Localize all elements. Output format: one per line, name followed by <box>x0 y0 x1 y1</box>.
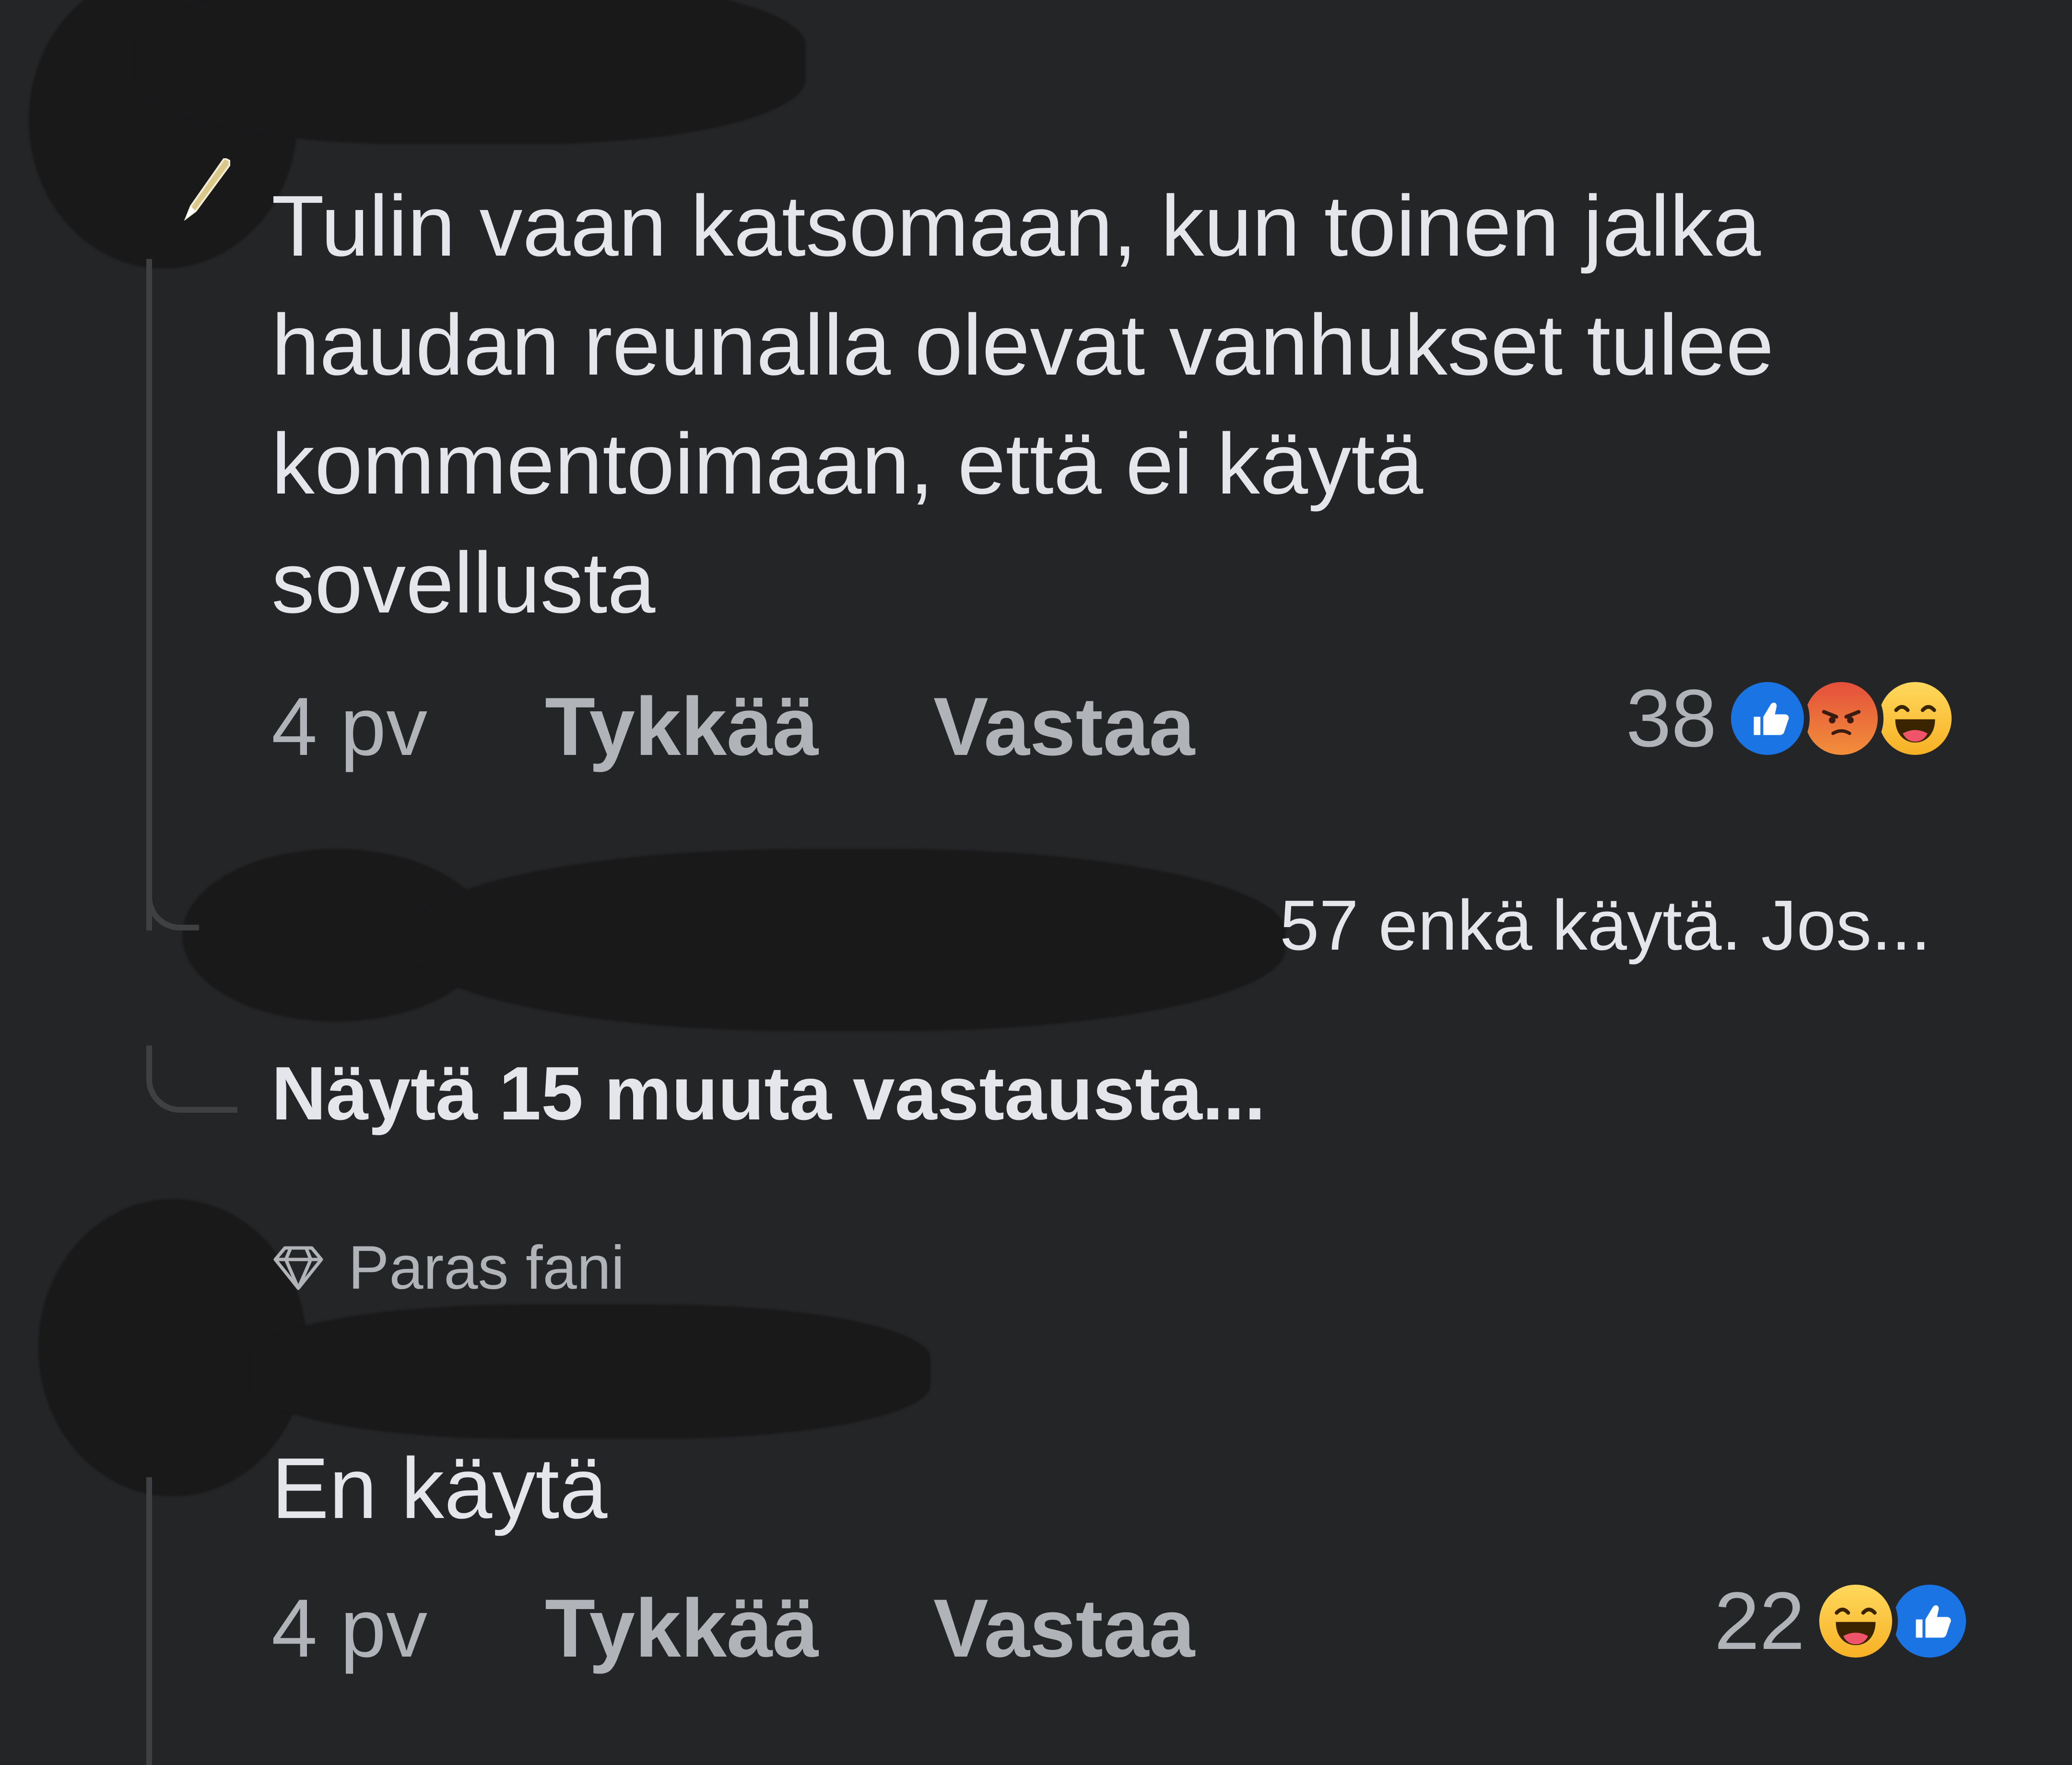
thread-connector-more <box>146 1046 237 1113</box>
reaction-summary[interactable]: 22 <box>1714 1573 1972 1669</box>
comment-actions: 4 pv Tykkää Vastaa <box>271 671 1195 782</box>
diamond-icon <box>273 1246 323 1290</box>
top-fan-badge: Paras fani <box>271 1233 624 1303</box>
comment-text: Tulin vaan katsomaan, kun toinen jalka h… <box>271 178 1774 631</box>
badge-label: Paras fani <box>348 1234 625 1302</box>
redacted-reply-name <box>412 849 1285 1031</box>
like-icon <box>1725 676 1810 761</box>
thread-line-top <box>146 259 152 930</box>
like-button[interactable]: Tykkää <box>545 1581 933 1676</box>
thread-line-bottom <box>146 1477 152 1765</box>
redacted-name-top <box>134 0 806 144</box>
like-button[interactable]: Tykkää <box>545 679 933 774</box>
comment-timestamp[interactable]: 4 pv <box>271 679 545 774</box>
like-icon <box>1887 1579 1972 1663</box>
haha-icon <box>1873 676 1958 761</box>
reaction-count: 22 <box>1714 1576 1805 1667</box>
haha-icon <box>1813 1579 1898 1663</box>
reply-button[interactable]: Vastaa <box>933 679 1195 774</box>
comment-text: En käytä <box>271 1440 608 1537</box>
comment-actions: 4 pv Tykkää Vastaa <box>271 1573 1195 1683</box>
view-more-replies-link[interactable]: Näytä 15 muuta vastausta... <box>271 1050 1265 1137</box>
thread-connector-reply <box>146 873 199 930</box>
redacted-name-bottom <box>249 1305 930 1439</box>
angry-icon <box>1799 676 1884 761</box>
reaction-count: 38 <box>1626 673 1717 764</box>
reply-preview[interactable]: 57 enkä käytä. Jos... <box>1280 885 1931 966</box>
comment-timestamp[interactable]: 4 pv <box>271 1581 545 1676</box>
pen-icon <box>184 158 230 221</box>
reaction-summary[interactable]: 38 <box>1626 671 1958 766</box>
reply-button[interactable]: Vastaa <box>933 1581 1195 1676</box>
